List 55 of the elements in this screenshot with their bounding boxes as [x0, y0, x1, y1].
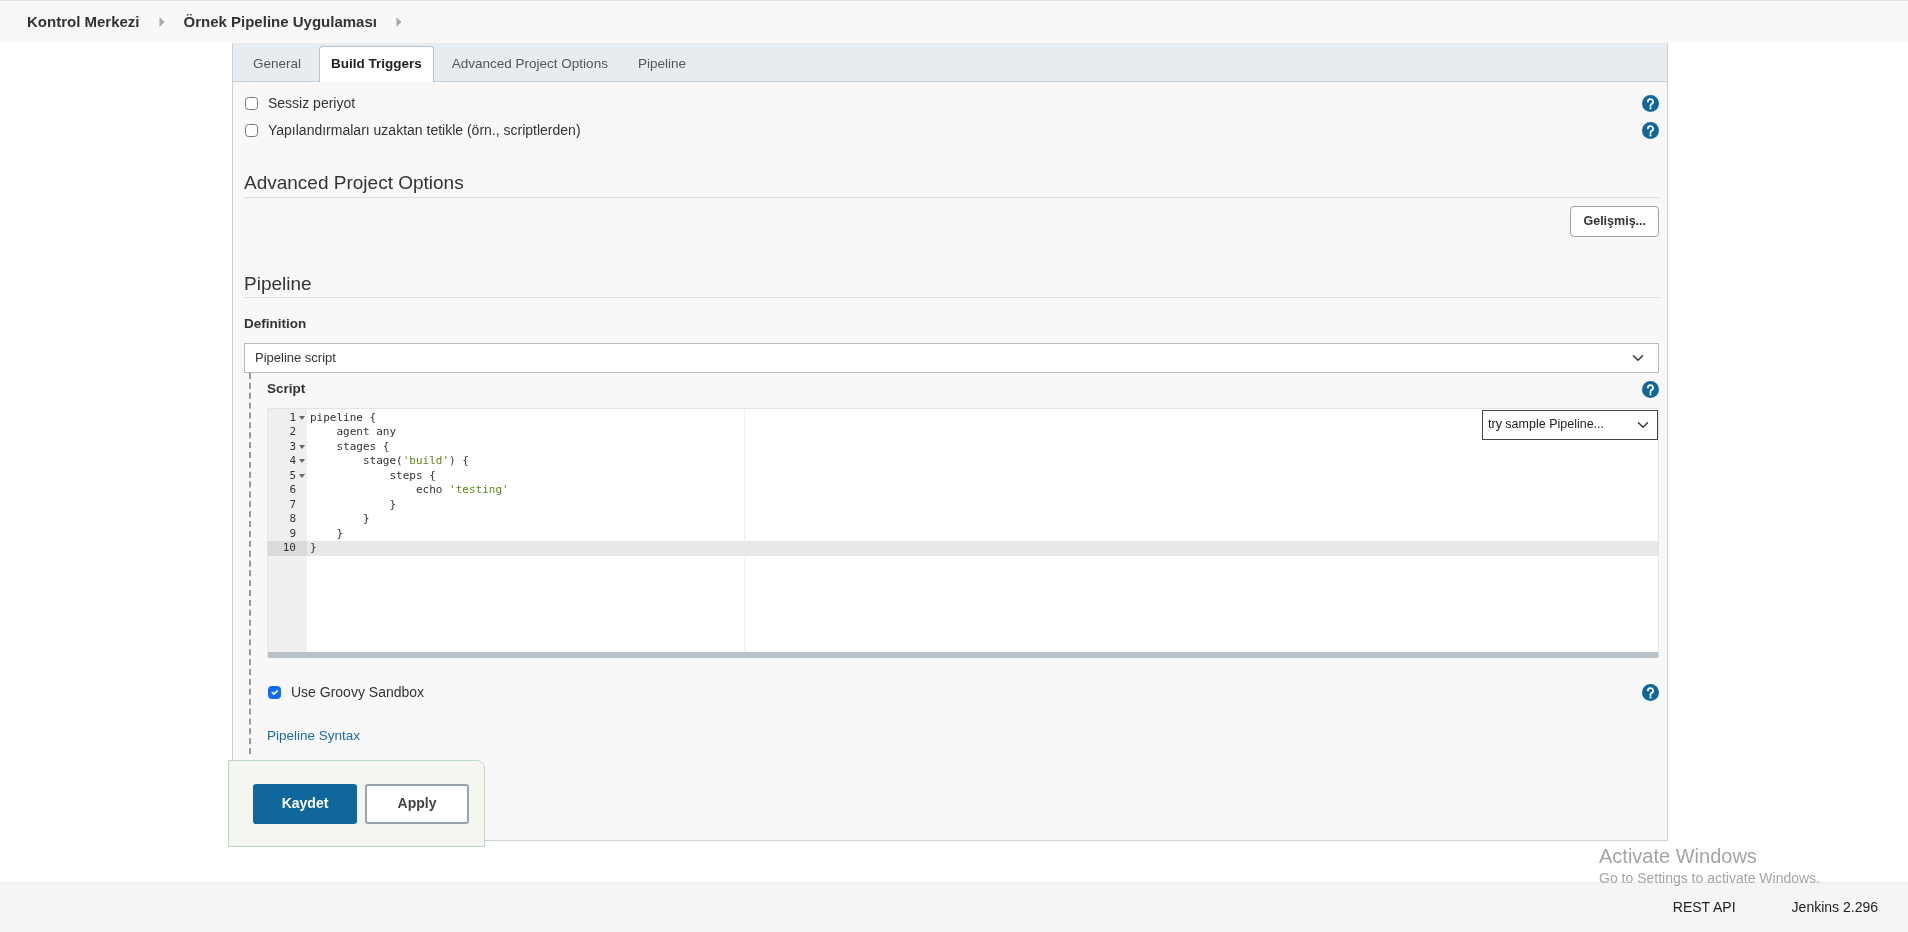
help-icon[interactable] [1642, 95, 1659, 112]
line-number: 10 [268, 541, 307, 556]
checkbox[interactable] [268, 685, 281, 699]
code-line: pipeline { [309, 410, 377, 426]
fold-icon[interactable] [299, 415, 305, 420]
code-line: steps { [388, 468, 436, 484]
definition-select[interactable]: Pipeline script [244, 342, 1659, 373]
tab[interactable]: Build Triggers [319, 46, 434, 82]
code-line: stage('build') { [361, 454, 469, 469]
pipeline-syntax-link[interactable]: Pipeline Syntax [267, 727, 361, 743]
line-number: 4 [268, 454, 307, 469]
line-number: 7 [288, 497, 297, 513]
fold-icon[interactable] [299, 459, 305, 464]
activation-notice: Go to Settings to activate Windows. [1599, 869, 1820, 887]
tab[interactable]: Pipeline [625, 47, 698, 81]
tab[interactable]: Advanced Project Options [439, 47, 620, 81]
footer-link[interactable]: REST API [1672, 897, 1736, 918]
tab[interactable]: General [241, 47, 314, 81]
code-editor[interactable]: 1 pipeline { 2 agent any 3 stages { 4 stage('build') { 5 steps { 6 echo 'testing' 7 } 8 } 9 } 10 } try sample Pipeline... [267, 407, 1659, 658]
checkbox[interactable] [245, 124, 258, 137]
script-label: Script [267, 379, 306, 398]
checkbox-label: Use Groovy Sandbox [291, 682, 425, 702]
code-line: } [335, 526, 344, 542]
code-line: agent any [335, 425, 397, 440]
checkbox-label: Yapılandırmaları uzaktan tetikle (örn., scriptlerden) [268, 121, 581, 140]
activation-title: Activate Windows [1599, 844, 1758, 869]
sample-select[interactable]: try sample Pipeline... [1482, 409, 1658, 440]
section-heading: Pipeline [244, 272, 1659, 299]
line-number: 5 [268, 468, 307, 484]
fold-icon[interactable] [299, 473, 305, 478]
help-icon[interactable] [1642, 122, 1659, 139]
advanced-button[interactable]: Gelişmiş... [1570, 205, 1659, 237]
code-line: } [388, 497, 397, 513]
checkbox[interactable] [245, 97, 258, 110]
code-line: echo 'testing' [414, 483, 509, 498]
save-button[interactable]: Kaydet [253, 783, 357, 824]
code-line: } [361, 512, 370, 527]
line-number: 2 [288, 425, 297, 440]
line-number: 3 [268, 439, 307, 455]
code-line: stages { [335, 439, 390, 455]
help-icon[interactable] [1642, 683, 1659, 701]
line-number: 6 [288, 483, 297, 498]
code-line: } [309, 541, 317, 556]
breadcrumb-link[interactable]: Örnek Pipeline Uygulaması [183, 10, 377, 34]
breadcrumb-link[interactable]: Kontrol Merkezi [27, 10, 140, 34]
footer-link[interactable]: Jenkins 2.296 [1791, 897, 1878, 918]
line-number: 9 [288, 526, 297, 542]
apply-button[interactable]: Apply [365, 783, 469, 824]
section-heading: Advanced Project Options [244, 172, 1659, 198]
fold-icon[interactable] [299, 444, 305, 449]
checkbox-label: Sessiz periyot [268, 94, 356, 113]
definition-label: Definition [244, 315, 308, 334]
line-number: 1 [268, 410, 307, 426]
line-number: 8 [288, 512, 297, 527]
help-icon[interactable] [1642, 381, 1659, 399]
